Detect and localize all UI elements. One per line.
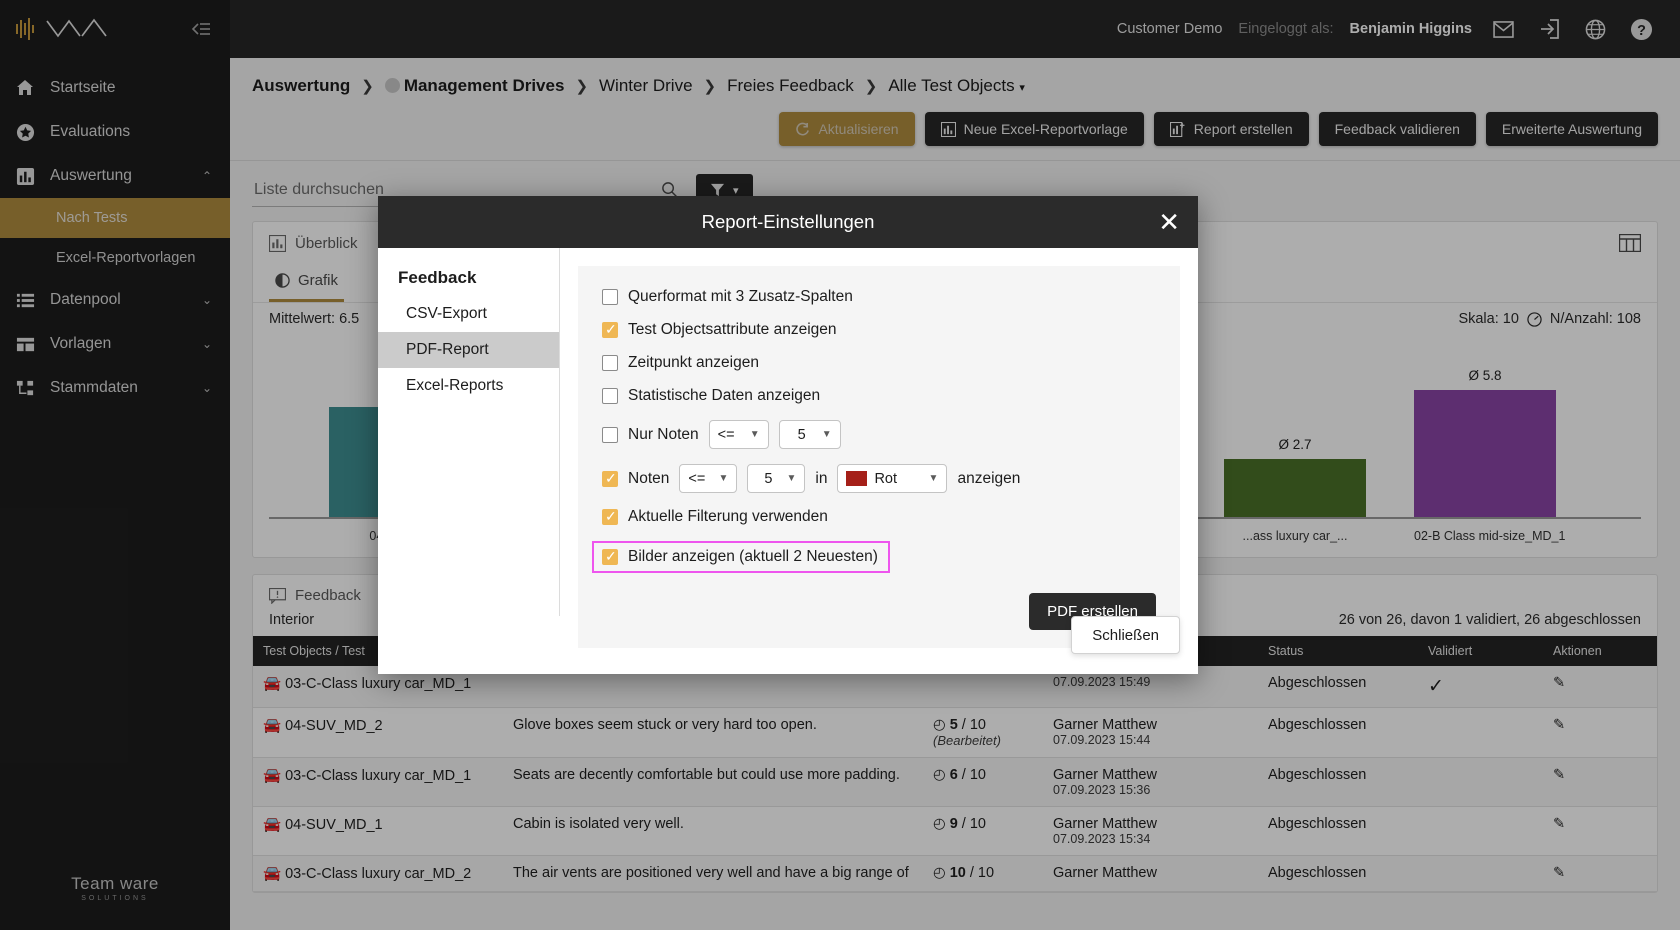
chevron-down-icon: ▼ — [786, 473, 797, 484]
in-label: in — [815, 469, 828, 487]
checkbox-querformat[interactable] — [602, 289, 618, 305]
option-label: Statistische Daten anzeigen — [628, 387, 821, 404]
dialog-footer: Schließen — [378, 616, 1198, 674]
dialog-header: Report-Einstellungen ✕ — [378, 196, 1198, 248]
nur-noten-operator-select[interactable]: <= ▼ — [708, 420, 769, 449]
anzeigen-label: anzeigen — [957, 469, 1021, 487]
report-settings-dialog: Report-Einstellungen ✕ Feedback CSV-Expo… — [378, 196, 1198, 674]
nav-item-csv-export[interactable]: CSV-Export — [378, 296, 559, 332]
schliessen-button[interactable]: Schließen — [1071, 616, 1180, 654]
select-value: 5 — [764, 470, 773, 487]
chevron-down-icon: ▼ — [749, 429, 760, 440]
checkbox-statistische-daten[interactable] — [602, 388, 618, 404]
option-label: Nur Noten — [628, 425, 699, 443]
option-bilder-anzeigen-row: Bilder anzeigen (aktuell 2 Neuesten) — [592, 541, 1156, 573]
color-swatch — [846, 471, 868, 486]
nav-item-excel-reports[interactable]: Excel-Reports — [378, 368, 559, 404]
select-value: <= — [688, 470, 706, 487]
option-noten-farbe[interactable]: Noten <= ▼ 5 ▼ in Rot — [602, 464, 1156, 493]
option-bilder-anzeigen[interactable]: Bilder anzeigen (aktuell 2 Neuesten) — [592, 541, 890, 573]
option-label: Querformat mit 3 Zusatz-Spalten — [628, 288, 853, 305]
option-statistische-daten[interactable]: Statistische Daten anzeigen — [602, 387, 1156, 405]
option-test-objectsattribute[interactable]: Test Objectsattribute anzeigen — [602, 320, 1156, 339]
checkbox-zeitpunkt[interactable] — [602, 355, 618, 371]
option-label: Bilder anzeigen (aktuell 2 Neuesten) — [628, 548, 878, 565]
dialog-body: Feedback CSV-Export PDF-Report Excel-Rep… — [378, 248, 1198, 648]
option-label: Noten — [628, 469, 670, 487]
chevron-down-icon: ▼ — [718, 473, 729, 484]
option-zeitpunkt[interactable]: Zeitpunkt anzeigen — [602, 354, 1156, 372]
chevron-down-icon: ▼ — [928, 473, 939, 484]
checkbox-nur-noten[interactable] — [602, 426, 618, 443]
nav-item-pdf-report[interactable]: PDF-Report — [378, 332, 559, 368]
option-label: Aktuelle Filterung verwenden — [628, 508, 828, 525]
select-value: 5 — [797, 426, 806, 443]
checkbox-test-objectsattribute[interactable] — [602, 320, 618, 338]
dialog-title: Report-Einstellungen — [701, 211, 875, 232]
option-querformat[interactable]: Querformat mit 3 Zusatz-Spalten — [602, 288, 1156, 306]
select-value: <= — [717, 426, 735, 443]
checkbox-bilder-anzeigen[interactable] — [602, 547, 618, 565]
noten-value-select[interactable]: 5 ▼ — [747, 464, 806, 493]
options-panel: Querformat mit 3 Zusatz-Spalten Test Obj… — [578, 266, 1180, 648]
nur-noten-value-select[interactable]: 5 ▼ — [778, 420, 841, 449]
chevron-down-icon: ▼ — [821, 429, 832, 440]
dialog-nav: Feedback CSV-Export PDF-Report Excel-Rep… — [378, 248, 560, 616]
noten-color-select[interactable]: Rot ▼ — [837, 464, 948, 493]
option-label: Zeitpunkt anzeigen — [628, 354, 759, 371]
select-value: Rot — [874, 470, 898, 487]
nav-group-label: Feedback — [398, 268, 477, 287]
noten-operator-select[interactable]: <= ▼ — [679, 464, 738, 493]
dialog-main: Querformat mit 3 Zusatz-Spalten Test Obj… — [560, 248, 1198, 648]
checkbox-aktuelle-filterung[interactable] — [602, 507, 618, 525]
option-label: Test Objectsattribute anzeigen — [628, 321, 837, 338]
checkbox-noten-farbe[interactable] — [602, 469, 618, 487]
option-nur-noten[interactable]: Nur Noten <= ▼ 5 ▼ — [602, 420, 1156, 449]
close-icon[interactable]: ✕ — [1158, 209, 1180, 235]
option-aktuelle-filterung[interactable]: Aktuelle Filterung verwenden — [602, 507, 1156, 526]
